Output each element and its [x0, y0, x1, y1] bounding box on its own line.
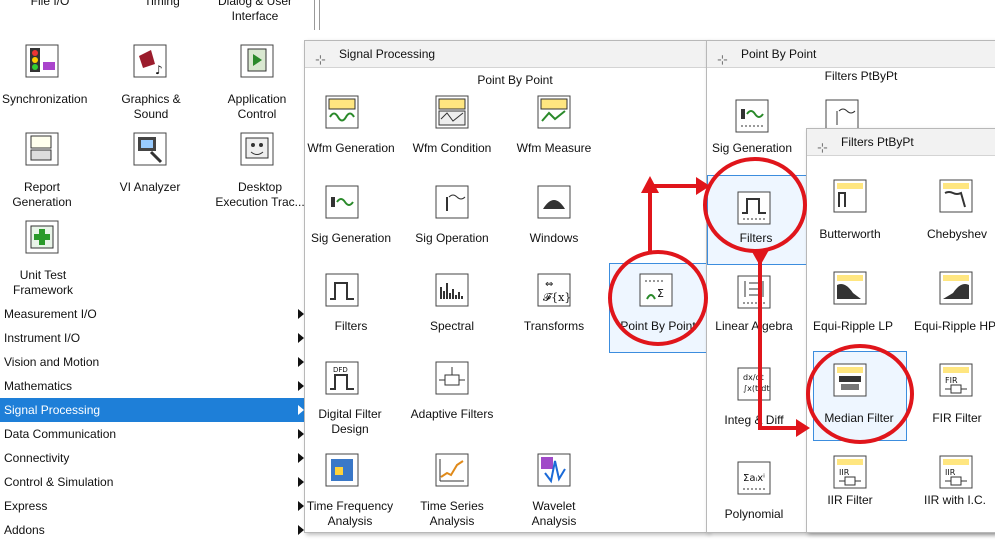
annotation-arrow-up	[648, 184, 700, 252]
annotation-circle-point-by-point	[608, 250, 708, 346]
annotation-circle-filters	[703, 157, 807, 253]
annotation-circle-median-filter	[806, 344, 914, 444]
arrowhead-down-icon	[751, 250, 769, 266]
arrowhead-right-icon	[796, 419, 810, 437]
annotation-arrow-down	[758, 252, 800, 430]
annotation-overlay	[608, 157, 914, 444]
